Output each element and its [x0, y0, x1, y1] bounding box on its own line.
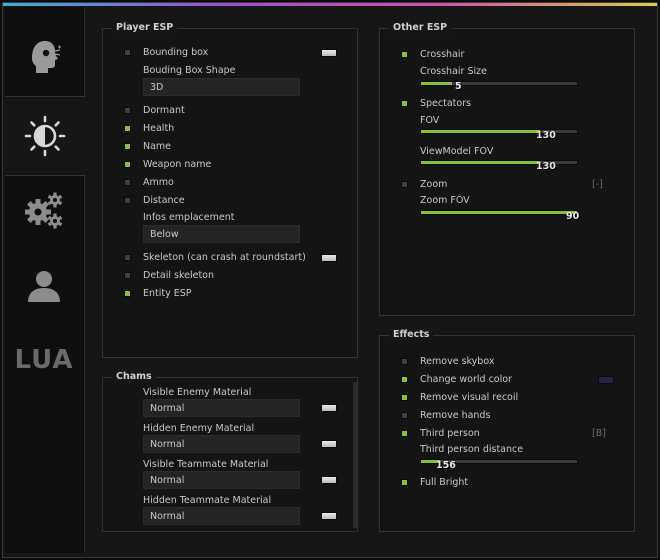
skeleton-color-button[interactable]: [321, 254, 337, 262]
viewmodel-fov-value: 130: [536, 161, 556, 172]
fov-label: FOV: [420, 115, 440, 126]
skeleton-label: Skeleton (can crash at roundstart): [143, 252, 306, 263]
aimbot-head-icon: [32, 41, 61, 73]
tab-visuals[interactable]: [5, 96, 85, 176]
lua-tab-label: LUA: [14, 345, 74, 375]
hidden-enemy-color-button[interactable]: [321, 440, 337, 448]
full-bright-label: Full Bright: [420, 477, 469, 488]
crosshair-size-label: Crosshair Size: [420, 66, 487, 77]
dormant-label: Dormant: [143, 105, 185, 116]
player-esp-group: Player ESP Bounding box Bouding Box Shap…: [102, 22, 358, 358]
box-shape-label: Bouding Box Shape: [143, 65, 236, 76]
user-icon: [28, 271, 60, 302]
visuals-sun-icon: [24, 115, 66, 157]
chams-scrollbar[interactable]: [353, 382, 357, 528]
crosshair-size-slider[interactable]: [420, 81, 578, 86]
infos-emplacement-label: Infos emplacement: [143, 212, 235, 223]
bounding-box-checkbox[interactable]: [124, 49, 131, 56]
remove-skybox-label: Remove skybox: [420, 356, 495, 367]
hidden-teammate-material-dropdown[interactable]: Normal: [143, 507, 300, 525]
slider-fill: [421, 82, 453, 85]
weapon-name-label: Weapon name: [143, 159, 212, 170]
effects-title: Effects: [389, 329, 434, 341]
health-checkbox[interactable]: [124, 125, 131, 132]
crosshair-checkbox[interactable]: [401, 51, 408, 58]
top-accent-bar: [3, 3, 657, 6]
menu-window: LUA Player ESP Bounding box Bouding Box …: [2, 2, 658, 558]
tab-lua[interactable]: LUA: [5, 321, 83, 399]
zoom-fov-slider[interactable]: [420, 210, 578, 215]
zoom-checkbox[interactable]: [401, 181, 408, 188]
third-person-distance-label: Third person distance: [420, 444, 524, 455]
chams-item-label: Hidden Teammate Material: [143, 495, 272, 506]
change-world-color-checkbox[interactable]: [401, 376, 408, 383]
third-person-keybind[interactable]: [B]: [592, 428, 606, 439]
zoom-fov-value: 90: [566, 211, 580, 222]
bounding-box-label: Bounding box: [143, 47, 209, 58]
chams-item-label: Visible Teammate Material: [143, 459, 269, 470]
name-label: Name: [143, 141, 172, 152]
distance-label: Distance: [143, 195, 185, 206]
spectators-checkbox[interactable]: [401, 100, 408, 107]
chams-item-label: Hidden Enemy Material: [143, 423, 255, 434]
skeleton-checkbox[interactable]: [124, 254, 131, 261]
tab-players[interactable]: [5, 247, 83, 325]
ammo-label: Ammo: [143, 177, 174, 188]
gears-icon: [25, 192, 63, 229]
fov-value: 130: [536, 130, 556, 141]
third-person-distance-value: 156: [436, 460, 456, 471]
crosshair-size-value: 5: [455, 81, 462, 92]
infos-emplacement-dropdown[interactable]: Below: [143, 225, 300, 243]
sidebar: LUA: [5, 7, 85, 553]
chams-item-label: Visible Enemy Material: [143, 387, 252, 398]
tab-aimbot[interactable]: [5, 17, 83, 95]
other-esp-title: Other ESP: [389, 22, 452, 34]
effects-group: Effects Remove skybox Change world color…: [379, 329, 635, 532]
full-bright-checkbox[interactable]: [401, 479, 408, 486]
name-checkbox[interactable]: [124, 143, 131, 150]
box-shape-dropdown[interactable]: 3D: [143, 78, 300, 96]
slider-fill: [421, 211, 577, 214]
weapon-name-checkbox[interactable]: [124, 161, 131, 168]
remove-skybox-checkbox[interactable]: [401, 358, 408, 365]
third-person-checkbox[interactable]: [401, 430, 408, 437]
zoom-keybind[interactable]: [-]: [592, 179, 603, 190]
distance-checkbox[interactable]: [124, 197, 131, 204]
slider-fill: [421, 161, 540, 164]
other-esp-group: Other ESP Crosshair Crosshair Size 5 Spe…: [379, 22, 635, 316]
entity-esp-checkbox[interactable]: [124, 290, 131, 297]
remove-visual-recoil-label: Remove visual recoil: [420, 392, 519, 403]
detail-skeleton-label: Detail skeleton: [143, 270, 215, 281]
zoom-label: Zoom: [420, 179, 448, 190]
detail-skeleton-checkbox[interactable]: [124, 272, 131, 279]
visible-enemy-color-button[interactable]: [321, 404, 337, 412]
tab-misc[interactable]: [5, 171, 83, 249]
third-person-label: Third person: [420, 428, 480, 439]
remove-visual-recoil-checkbox[interactable]: [401, 394, 408, 401]
chams-group: Chams Visible Enemy Material Normal Hidd…: [102, 371, 358, 532]
slider-fill: [421, 130, 540, 133]
player-esp-title: Player ESP: [112, 22, 178, 34]
dormant-checkbox[interactable]: [124, 107, 131, 114]
ammo-checkbox[interactable]: [124, 179, 131, 186]
visible-enemy-material-dropdown[interactable]: Normal: [143, 399, 300, 417]
health-label: Health: [143, 123, 175, 134]
visible-teammate-material-dropdown[interactable]: Normal: [143, 471, 300, 489]
visible-teammate-color-button[interactable]: [321, 476, 337, 484]
change-world-color-label: Change world color: [420, 374, 512, 385]
viewmodel-fov-label: ViewModel FOV: [420, 146, 494, 157]
remove-hands-checkbox[interactable]: [401, 412, 408, 419]
crosshair-label: Crosshair: [420, 49, 465, 60]
spectators-label: Spectators: [420, 98, 472, 109]
world-color-button[interactable]: [598, 376, 614, 384]
entity-esp-label: Entity ESP: [143, 288, 192, 299]
hidden-teammate-color-button[interactable]: [321, 512, 337, 520]
bounding-box-color-button[interactable]: [321, 49, 337, 57]
chams-title: Chams: [112, 371, 156, 383]
zoom-fov-label: Zoom FOV: [420, 195, 470, 206]
remove-hands-label: Remove hands: [420, 410, 491, 421]
hidden-enemy-material-dropdown[interactable]: Normal: [143, 435, 300, 453]
